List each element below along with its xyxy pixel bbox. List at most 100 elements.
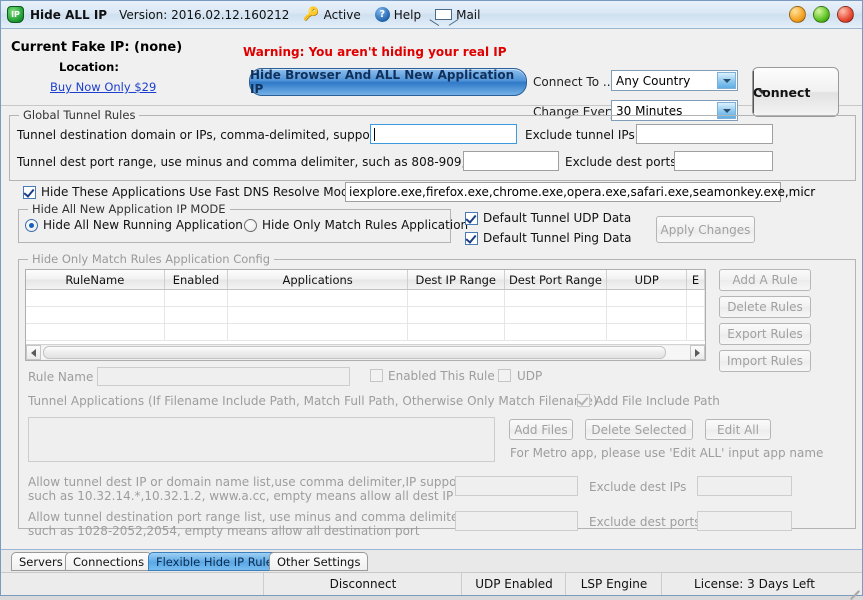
help-label: Help	[393, 7, 422, 22]
fast-dns-apps-value: iexplore.exe,firefox.exe,chrome.exe,oper…	[349, 185, 816, 199]
radio-hide-only-match-rules[interactable]	[244, 219, 257, 232]
rule-udp-checkbox[interactable]	[498, 369, 511, 382]
exclude-dest-ips-input[interactable]	[697, 476, 792, 496]
tab-connections[interactable]: Connections	[65, 552, 153, 571]
active-status[interactable]: 🔑 Active	[303, 8, 360, 22]
exclude-dest-ports-rule-input[interactable]	[697, 511, 792, 531]
application-window: IP Hide ALL IP Version: 2016.02.12.16021…	[0, 0, 863, 600]
rules-table[interactable]: RuleName Enabled Applications Dest IP Ra…	[25, 269, 706, 361]
location-label: Location:	[59, 60, 119, 74]
fast-dns-apps-input[interactable]: iexplore.exe,firefox.exe,chrome.exe,oper…	[345, 182, 815, 202]
scrollbar-thumb[interactable]	[43, 346, 667, 359]
table-cell	[505, 290, 608, 306]
delete-selected-button[interactable]: Delete Selected	[585, 419, 693, 440]
status-license: License: 3 Days Left	[661, 573, 847, 595]
maximize-orb-icon[interactable]	[813, 6, 830, 23]
column-header-dest-ip-range[interactable]: Dest IP Range	[408, 270, 505, 289]
column-header-rulename[interactable]: RuleName	[26, 270, 165, 289]
rule-name-input[interactable]	[97, 367, 350, 386]
tab-flexible-hide-ip-rules[interactable]: Flexible Hide IP Rules	[148, 552, 287, 571]
table-row[interactable]	[26, 324, 705, 341]
table-cell	[408, 324, 505, 340]
scrollbar-track[interactable]	[41, 346, 690, 359]
edit-all-button[interactable]: Edit All	[705, 419, 771, 440]
export-rules-button[interactable]: Export Rules	[719, 323, 811, 345]
table-cell	[26, 324, 165, 340]
table-row[interactable]	[26, 290, 705, 307]
column-header-udp[interactable]: UDP	[607, 270, 688, 289]
delete-rules-button[interactable]: Delete Rules	[719, 296, 811, 318]
enabled-this-rule-label: Enabled This Rule	[388, 369, 495, 383]
tunnel-dest-domain-input[interactable]	[370, 124, 517, 144]
table-cell	[408, 307, 505, 323]
text-caret	[374, 128, 375, 141]
mail-label: Mail	[456, 7, 481, 22]
allow-dest-port-input[interactable]	[455, 511, 578, 531]
tunnel-applications-list[interactable]	[28, 417, 495, 462]
table-cell	[505, 307, 608, 323]
tab-servers[interactable]: Servers	[11, 552, 71, 571]
tunnel-port-range-input[interactable]	[463, 151, 559, 171]
default-tunnel-udp-checkbox[interactable]	[465, 212, 478, 225]
exclude-tunnel-ips-input[interactable]	[636, 124, 773, 144]
table-horizontal-scrollbar[interactable]	[26, 344, 705, 360]
exclude-dest-ports-input[interactable]	[674, 151, 773, 171]
enabled-this-rule-checkbox[interactable]	[370, 369, 383, 382]
buy-now-link[interactable]: Buy Now Only $29	[50, 80, 156, 94]
table-header-row: RuleName Enabled Applications Dest IP Ra…	[26, 270, 705, 290]
table-cell	[607, 324, 688, 340]
exclude-tunnel-ips-label: Exclude tunnel IPs:	[525, 128, 639, 142]
allow-dest-port-label-line2: such as 1028-2052,2054, empty means allo…	[28, 524, 420, 538]
column-header-e[interactable]: E	[687, 270, 705, 289]
global-tunnel-rules-title: Global Tunnel Rules	[19, 108, 140, 122]
help-link[interactable]: ? Help	[374, 7, 422, 22]
default-tunnel-ping-checkbox[interactable]	[465, 232, 478, 245]
scroll-right-icon[interactable]	[690, 345, 705, 360]
add-file-include-path-checkbox[interactable]	[577, 394, 590, 407]
mail-link[interactable]: Mail	[435, 8, 480, 22]
tunnel-dest-domain-label: Tunnel destination domain or IPs, comma-…	[17, 128, 394, 142]
ip-mode-title: Hide All New Application IP MODE	[28, 202, 230, 216]
allow-dest-ip-input[interactable]	[455, 476, 578, 496]
column-header-enabled[interactable]: Enabled	[165, 270, 229, 289]
table-cell	[607, 307, 688, 323]
column-header-applications[interactable]: Applications	[228, 270, 408, 289]
connect-to-select[interactable]: Any Country	[611, 70, 738, 91]
status-udp: UDP Enabled	[461, 573, 566, 595]
column-header-dest-port-range[interactable]: Dest Port Range	[505, 270, 608, 289]
mail-icon	[435, 9, 453, 20]
allow-dest-ip-label-line2: such as 10.32.14.*,10.32.1.2, www.a.cc, …	[28, 489, 454, 503]
table-cell	[408, 290, 505, 306]
title-bar: IP Hide ALL IP Version: 2016.02.12.16021…	[1, 1, 862, 29]
fast-dns-label: Hide These Applications Use Fast DNS Res…	[41, 185, 356, 199]
tab-bar: Servers Connections Flexible Hide IP Rul…	[1, 549, 862, 572]
tab-other-settings[interactable]: Other Settings	[269, 552, 369, 571]
resize-grip-icon[interactable]	[845, 579, 860, 600]
chevron-down-icon[interactable]	[717, 72, 736, 89]
scroll-left-icon[interactable]	[26, 345, 41, 360]
add-files-button[interactable]: Add Files	[509, 419, 573, 440]
table-cell	[687, 290, 705, 306]
active-label: Active	[323, 7, 361, 22]
fast-dns-checkbox[interactable]	[23, 186, 36, 199]
table-cell	[228, 324, 408, 340]
default-tunnel-ping-label: Default Tunnel Ping Data	[483, 231, 632, 245]
radio-hide-all-new-running[interactable]	[25, 219, 38, 232]
table-row[interactable]	[26, 307, 705, 324]
rule-name-label: Rule Name	[28, 370, 94, 384]
app-title: Hide ALL IP	[30, 7, 108, 22]
minimize-orb-icon[interactable]	[789, 6, 806, 23]
allow-dest-ip-label-line1: Allow tunnel dest IP or domain name list…	[28, 475, 480, 489]
status-bar: Disconnect UDP Enabled LSP Engine Licens…	[1, 572, 862, 600]
table-cell	[505, 324, 608, 340]
add-a-rule-button[interactable]: Add A Rule	[719, 269, 811, 291]
status-header: Current Fake IP: (none) Location: Buy No…	[1, 29, 862, 121]
close-orb-icon[interactable]	[837, 6, 854, 23]
hide-browser-button[interactable]: Hide Browser And ALL New Application IP	[249, 68, 527, 96]
rules-config-title: Hide Only Match Rules Application Config	[28, 252, 275, 266]
apply-changes-button[interactable]: Apply Changes	[656, 216, 755, 243]
radio-hide-all-new-running-label: Hide All New Running Application	[43, 218, 243, 232]
import-rules-button[interactable]: Import Rules	[719, 350, 811, 372]
connect-to-value: Any Country	[616, 73, 691, 88]
connect-button-label: Connect	[753, 84, 811, 100]
